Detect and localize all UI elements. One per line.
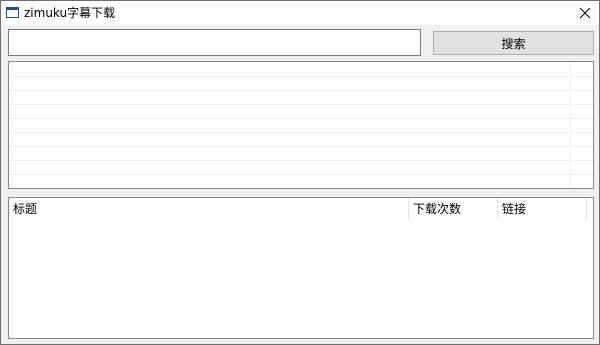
title-bar[interactable]: zimuku字幕下载 <box>1 1 599 25</box>
list-row-line <box>9 146 593 147</box>
list-column-separator <box>570 62 571 188</box>
window-icon <box>6 7 19 18</box>
list-row-line <box>9 76 593 77</box>
close-icon <box>579 7 591 19</box>
list-row-line <box>9 132 593 133</box>
subtitle-table[interactable]: 标题 下载次数 链接 <box>8 197 594 339</box>
window-title: zimuku字幕下载 <box>24 6 116 20</box>
list-row-line <box>9 174 593 175</box>
close-button[interactable] <box>575 5 595 21</box>
search-results-list[interactable] <box>8 61 594 189</box>
list-row-line <box>9 104 593 105</box>
list-row-line <box>9 90 593 91</box>
column-header-link[interactable]: 链接 <box>498 198 587 220</box>
list-row-line <box>9 160 593 161</box>
list-row-line <box>9 118 593 119</box>
search-input[interactable] <box>8 29 421 56</box>
app-window: zimuku字幕下载 搜索 标题 下载次数 链接 <box>0 0 600 345</box>
column-header-download-count[interactable]: 下载次数 <box>409 198 498 220</box>
column-header-title[interactable]: 标题 <box>9 198 409 220</box>
table-header: 标题 下载次数 链接 <box>9 198 593 220</box>
search-button[interactable]: 搜索 <box>433 31 594 55</box>
